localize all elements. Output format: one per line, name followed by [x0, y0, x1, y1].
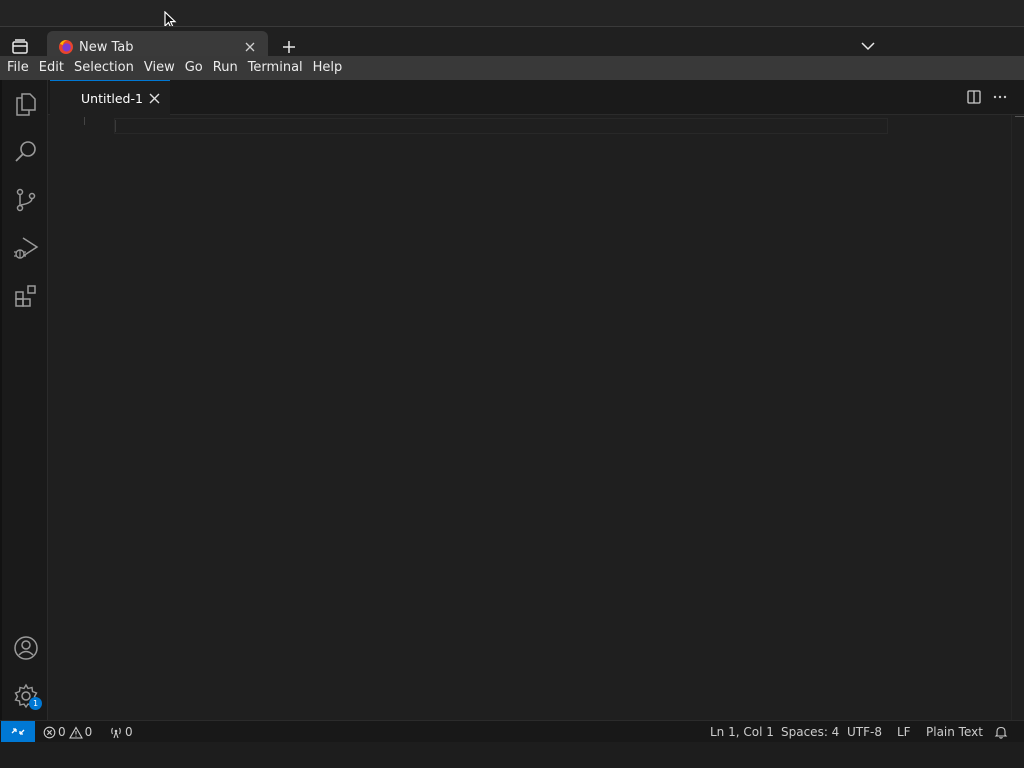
desktop-bottom-strip [0, 742, 1024, 768]
text-caret [115, 120, 116, 132]
current-line-highlight [114, 118, 888, 134]
error-count: 0 [58, 725, 66, 739]
activity-bar: 1 [0, 80, 48, 720]
browser-tab-title: New Tab [79, 40, 134, 55]
menu-edit[interactable]: Edit [34, 56, 69, 80]
menu-selection[interactable]: Selection [69, 56, 139, 80]
warning-count: 0 [84, 725, 93, 739]
menu-help[interactable]: Help [308, 56, 348, 80]
ports-status[interactable]: 0 [109, 724, 133, 740]
cursor-position[interactable]: Ln 1, Col 1 [710, 724, 774, 740]
notifications-button[interactable] [994, 724, 1010, 740]
search-icon[interactable] [13, 139, 39, 165]
menu-view[interactable]: View [139, 56, 180, 80]
remote-window-button[interactable] [1, 721, 35, 742]
desktop-top-strip [0, 0, 1024, 29]
firefox-view-icon[interactable] [10, 38, 30, 56]
status-bar: 0 0 0 Ln 1, Col 1 Spaces: 4 UTF-8 LF Pla… [0, 720, 1024, 742]
problems-status[interactable]: 0 0 [43, 724, 92, 740]
end-of-line-setting[interactable]: LF [897, 724, 911, 740]
editor-tab-bar: Untitled-1 [48, 80, 1024, 115]
editor-tab-untitled[interactable]: Untitled-1 [50, 80, 170, 115]
browser-tab-bar: New Tab [0, 26, 1024, 57]
more-actions-icon[interactable] [992, 90, 1008, 104]
line-gutter-marker [84, 117, 85, 125]
close-tab-icon[interactable] [243, 40, 257, 54]
warning-icon [68, 725, 83, 739]
close-editor-icon[interactable] [148, 92, 161, 105]
run-debug-icon[interactable] [13, 235, 39, 261]
editor-scrollbar[interactable] [1011, 115, 1024, 720]
explorer-icon[interactable] [13, 91, 39, 117]
extensions-icon[interactable] [13, 283, 39, 309]
browser-tab-new-tab[interactable]: New Tab [47, 31, 268, 57]
error-icon [43, 726, 56, 738]
menu-bar: File Edit Selection View Go Run Terminal… [0, 56, 1024, 80]
new-tab-plus-icon[interactable] [282, 40, 296, 54]
text-editor[interactable] [48, 115, 1011, 720]
menu-terminal[interactable]: Terminal [243, 56, 308, 80]
editor-tab-label: Untitled-1 [81, 91, 143, 106]
list-all-tabs-chevron-icon[interactable] [861, 41, 875, 51]
remote-icon [11, 728, 25, 735]
bell-icon [994, 726, 1008, 739]
settings-update-badge: 1 [29, 697, 42, 710]
encoding-setting[interactable]: UTF-8 [847, 724, 882, 740]
indentation-setting[interactable]: Spaces: 4 [781, 724, 839, 740]
menu-go[interactable]: Go [180, 56, 208, 80]
scrollbar-top-marker [1015, 116, 1024, 117]
accounts-icon[interactable] [13, 635, 39, 661]
split-editor-icon[interactable] [967, 90, 981, 104]
broadcast-icon [111, 727, 121, 738]
language-mode[interactable]: Plain Text [926, 724, 983, 740]
screen: New Tab File Edit Selection View Go Run … [0, 0, 1024, 768]
source-control-icon[interactable] [13, 187, 39, 213]
firefox-favicon-icon [59, 40, 73, 54]
menu-file[interactable]: File [2, 56, 34, 80]
ports-count: 0 [125, 725, 133, 739]
menu-run[interactable]: Run [208, 56, 243, 80]
